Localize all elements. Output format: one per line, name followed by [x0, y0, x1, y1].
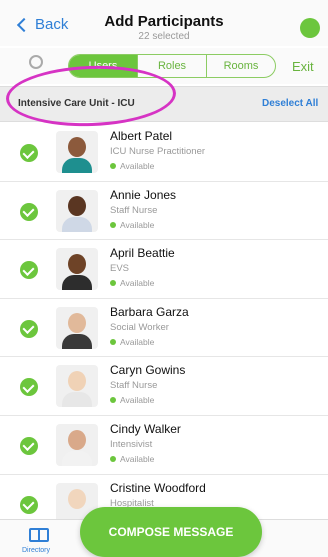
avatar-head — [68, 429, 86, 450]
participant-list: Albert Patel ICU Nurse Practitioner Availa… — [0, 123, 328, 534]
avatar-body — [62, 392, 92, 408]
segment-rooms[interactable]: Rooms — [206, 55, 275, 77]
availability-dot — [110, 338, 116, 345]
participant-role: EVS — [110, 263, 130, 275]
participant-row[interactable]: Annie Jones Staff Nurse Available — [0, 182, 328, 241]
availability-label: Available — [120, 453, 155, 464]
checkmark-icon[interactable] — [20, 261, 38, 280]
exit-button[interactable]: Exit — [292, 59, 314, 74]
avatar — [56, 423, 98, 466]
availability-label: Available — [120, 161, 155, 171]
avatar-head — [68, 371, 86, 392]
participant-name: Annie Jones — [110, 187, 177, 202]
participant-role: Intensivist — [110, 438, 153, 450]
participant-role: ICU Nurse Practitioner — [110, 146, 206, 157]
avatar-head — [68, 137, 86, 157]
tab-directory-label[interactable]: Directory — [22, 547, 50, 554]
participant-role: Social Worker — [110, 321, 169, 333]
avatar — [56, 189, 98, 232]
availability-dot — [110, 221, 116, 228]
avatar-head — [68, 195, 86, 216]
participant-name: April Beattie — [110, 246, 175, 261]
presence-status-dot[interactable] — [300, 18, 320, 38]
availability-dot — [110, 280, 116, 287]
participant-row[interactable]: April Beattie EVS Available — [0, 240, 328, 299]
avatar-head — [68, 312, 86, 333]
avatar-body — [62, 450, 92, 466]
avatar-head — [68, 488, 86, 509]
participant-name: Barbara Garza — [110, 304, 189, 319]
availability-dot — [110, 163, 116, 169]
compose-message-button[interactable]: COMPOSE MESSAGE — [80, 507, 262, 557]
avatar-body — [62, 158, 92, 173]
availability-label: Available — [120, 219, 155, 230]
participant-role: Staff Nurse — [110, 204, 158, 216]
availability-status: Available — [110, 278, 154, 288]
participant-role: Staff Nurse — [110, 380, 158, 392]
avatar-body — [62, 333, 92, 349]
availability-status: Available — [110, 220, 154, 230]
availability-dot — [110, 397, 116, 404]
avatar — [56, 248, 98, 291]
deselect-all-button[interactable]: Deselect All — [262, 98, 318, 109]
availability-status: Available — [110, 161, 154, 171]
availability-label: Available — [120, 278, 155, 289]
availability-label: Available — [120, 336, 155, 347]
participant-row[interactable]: Barbara Garza Social Worker Available — [0, 299, 328, 358]
directory-icon[interactable] — [29, 528, 49, 542]
availability-status: Available — [110, 337, 154, 347]
search-icon[interactable] — [29, 55, 43, 69]
participant-row[interactable]: Albert Patel ICU Nurse Practitioner Availa… — [0, 123, 328, 182]
checkmark-icon[interactable] — [20, 319, 38, 338]
availability-status: Available — [110, 395, 154, 405]
availability-status: Available — [110, 454, 154, 464]
avatar-head — [68, 254, 86, 275]
participant-name: Caryn Gowins — [110, 363, 186, 378]
checkmark-icon[interactable] — [20, 144, 38, 162]
selected-count: 22 selected — [138, 31, 190, 42]
participant-row[interactable]: Caryn Gowins Staff Nurse Available — [0, 357, 328, 416]
participant-name: Albert Patel — [110, 129, 173, 143]
participant-name: Cindy Walker — [110, 421, 181, 436]
navigation-bar: Back Add Participants 22 selected — [0, 0, 328, 46]
avatar — [56, 306, 98, 349]
avatar-body — [62, 275, 92, 291]
participant-name: Cristine Woodford — [110, 480, 206, 495]
checkmark-icon[interactable] — [20, 202, 38, 221]
checkmark-icon[interactable] — [20, 436, 38, 455]
page-title: Add Participants — [104, 13, 224, 30]
avatar-body — [62, 216, 92, 232]
participant-row[interactable]: Cindy Walker Intensivist Available — [0, 416, 328, 475]
avatar — [56, 365, 98, 408]
availability-dot — [110, 455, 116, 462]
availability-label: Available — [120, 395, 155, 406]
avatar — [56, 131, 98, 173]
checkmark-icon[interactable] — [20, 378, 38, 397]
checkmark-icon[interactable] — [20, 495, 38, 514]
